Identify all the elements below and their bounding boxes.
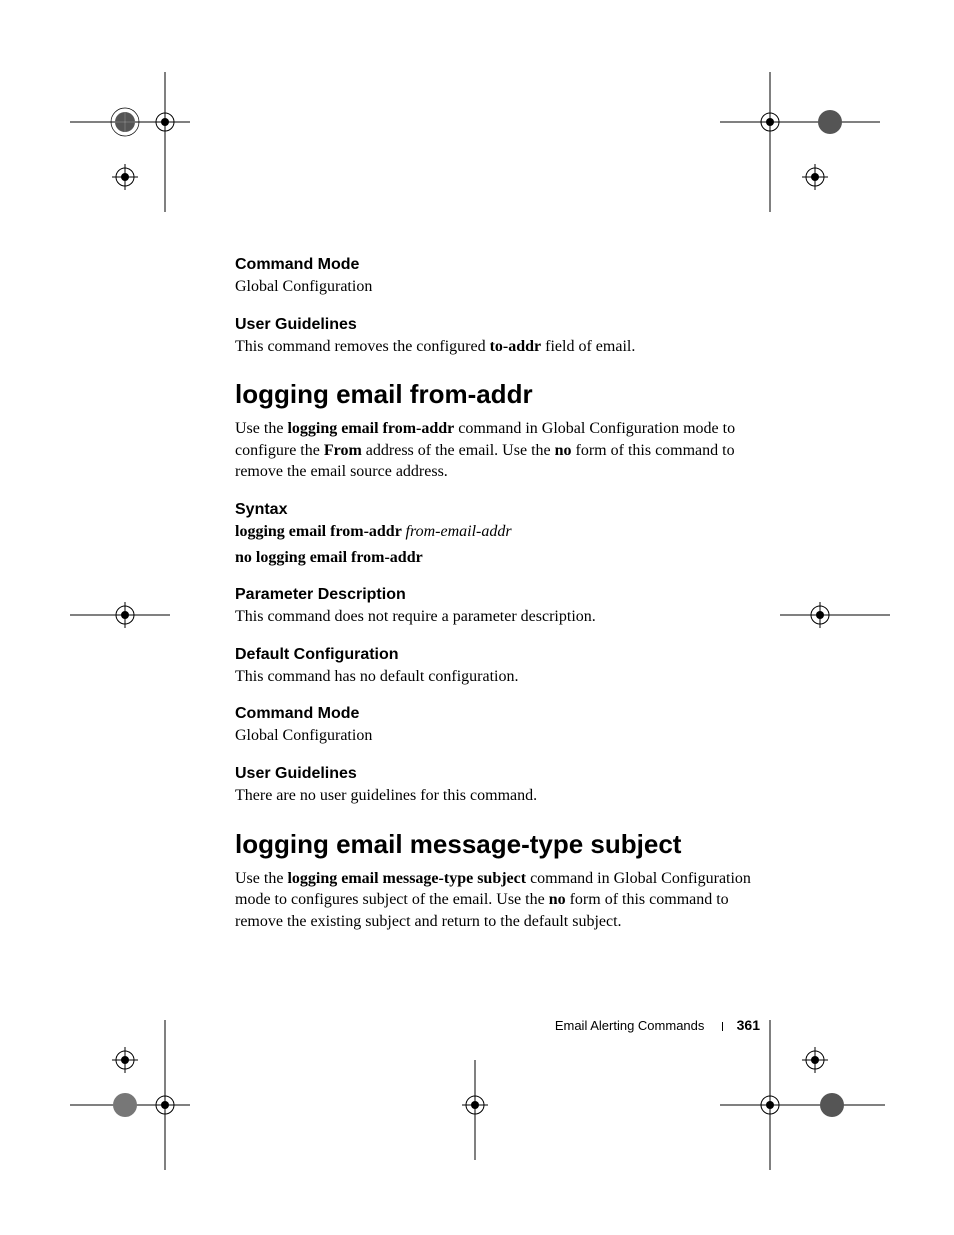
text-parameter-description: This command does not require a paramete… xyxy=(235,606,765,628)
text-from-addr-intro: Use the logging email from-addr command … xyxy=(235,418,765,483)
text-command-mode-2: Global Configuration xyxy=(235,725,765,747)
text-user-guidelines-2: There are no user guidelines for this co… xyxy=(235,785,765,807)
text-message-type-intro: Use the logging email message-type subje… xyxy=(235,868,765,933)
crop-mark-tl xyxy=(70,72,190,212)
footer-page-number: 361 xyxy=(737,1017,760,1033)
heading-default-configuration: Default Configuration xyxy=(235,646,765,664)
heading-logging-email-from-addr: logging email from-addr xyxy=(235,379,765,410)
heading-logging-email-message-type-subject: logging email message-type subject xyxy=(235,829,765,860)
crop-mark-br xyxy=(720,1020,885,1170)
heading-syntax: Syntax xyxy=(235,501,765,519)
heading-parameter-description: Parameter Description xyxy=(235,586,765,604)
crop-mark-bc xyxy=(400,1060,550,1160)
page-content: Command Mode Global Configuration User G… xyxy=(235,256,765,940)
crop-mark-mr xyxy=(780,565,890,665)
syntax-line-2: no logging email from-addr xyxy=(235,547,765,569)
crop-mark-tr xyxy=(720,72,880,212)
syntax-line-1: logging email from-addr from-email-addr xyxy=(235,521,765,543)
text-default-configuration: This command has no default configuratio… xyxy=(235,666,765,688)
crop-mark-bl xyxy=(70,1020,190,1170)
text-user-guidelines-1: This command removes the configured to-a… xyxy=(235,336,765,358)
heading-command-mode-2: Command Mode xyxy=(235,705,765,723)
heading-user-guidelines-2: User Guidelines xyxy=(235,765,765,783)
heading-command-mode-1: Command Mode xyxy=(235,256,765,274)
footer-section: Email Alerting Commands xyxy=(555,1018,705,1033)
footer-separator xyxy=(722,1022,723,1031)
heading-user-guidelines-1: User Guidelines xyxy=(235,316,765,334)
text-command-mode-1: Global Configuration xyxy=(235,276,765,298)
page-footer: Email Alerting Commands 361 xyxy=(0,1017,760,1033)
crop-mark-ml xyxy=(70,565,170,665)
